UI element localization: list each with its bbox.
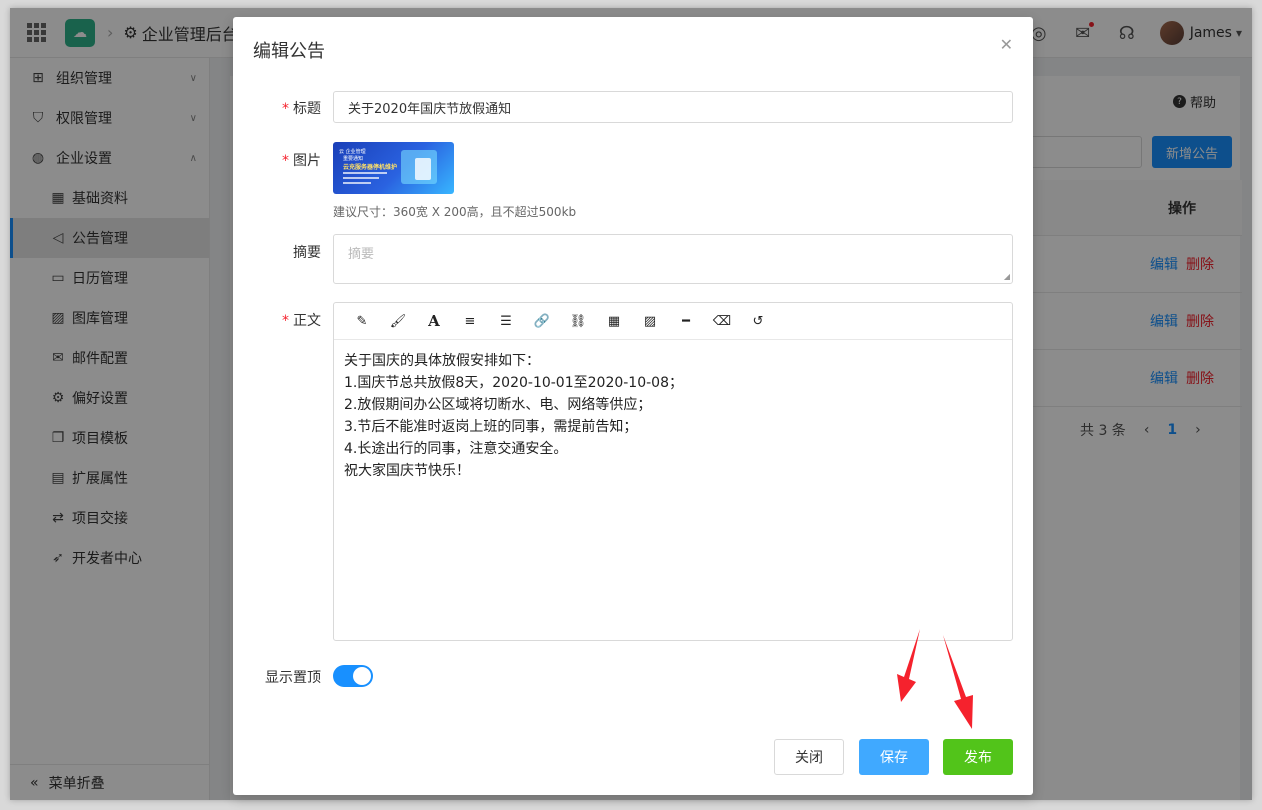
dialog-title: 编辑公告 — [253, 41, 325, 62]
close-icon[interactable]: ✕ — [1000, 35, 1013, 54]
image-decoration — [343, 172, 387, 174]
image-icon[interactable]: ▨ — [632, 303, 668, 339]
body-line: 4.长途出行的同事，注意交通安全。 — [344, 441, 568, 457]
body-line: 关于国庆的具体放假安排如下： — [344, 353, 540, 369]
title-input[interactable]: 关于2020年国庆节放假通知 — [333, 91, 1013, 123]
body-line: 1.国庆节总共放假8天，2020-10-01至2020-10-08； — [344, 375, 683, 391]
toggle-knob — [353, 667, 371, 685]
link-icon[interactable]: 🔗 — [524, 303, 560, 339]
image-decoration — [343, 177, 379, 179]
font-icon[interactable]: A — [416, 303, 452, 339]
table-icon[interactable]: ▦ — [596, 303, 632, 339]
save-button[interactable]: 保存 — [859, 739, 929, 775]
editor-toolbar: ✎ 🖌 A ≡ ☰ 🔗 ⛓ ▦ ▨ ━ ⌫ ↺ — [334, 303, 1012, 340]
pin-label: 显示置顶 — [265, 670, 321, 686]
pin-toggle[interactable] — [333, 665, 373, 687]
editor-content[interactable]: 关于国庆的具体放假安排如下： 1.国庆节总共放假8天，2020-10-01至20… — [334, 340, 1012, 492]
close-button[interactable]: 关闭 — [774, 739, 844, 775]
image-decoration — [343, 182, 371, 184]
body-line: 3.节后不能准时返岗上班的同事，需提前告知； — [344, 419, 638, 435]
title-label: * 标题 — [282, 101, 321, 117]
pencil-icon[interactable]: ✎ — [344, 303, 380, 339]
summary-label: 摘要 — [293, 245, 321, 261]
publish-button[interactable]: 发布 — [943, 739, 1013, 775]
image-text: 云充服务器停机维护 — [343, 164, 398, 171]
image-logo: 云 企业管理 — [339, 149, 366, 155]
image-label: * 图片 — [282, 153, 321, 169]
brush-icon[interactable]: 🖌 — [380, 303, 416, 339]
body-line: 2.放假期间办公区域将切断水、电、网络等供应； — [344, 397, 652, 413]
red-arrow-icon — [943, 635, 973, 729]
body-label: * 正文 — [282, 313, 321, 329]
image-decoration — [415, 158, 431, 180]
resize-handle-icon[interactable]: ◢ — [1004, 272, 1010, 281]
align-center-icon[interactable]: ≡ — [452, 303, 488, 339]
unlink-icon[interactable]: ⛓ — [560, 303, 596, 339]
announcement-image[interactable]: 云 企业管理 重要通知 云充服务器停机维护 — [333, 142, 454, 194]
eraser-icon[interactable]: ⌫ — [704, 303, 740, 339]
body-line: 祝大家国庆节快乐！ — [344, 463, 470, 479]
horizontal-rule-icon[interactable]: ━ — [668, 303, 704, 339]
image-text: 重要通知 — [343, 156, 364, 162]
undo-icon[interactable]: ↺ — [740, 303, 776, 339]
summary-placeholder: 摘要 — [348, 247, 375, 262]
image-size-hint: 建议尺寸：360宽 X 200高，且不超过500kb — [333, 205, 577, 219]
rich-text-editor[interactable]: ✎ 🖌 A ≡ ☰ 🔗 ⛓ ▦ ▨ ━ ⌫ ↺ 关于国庆的具体放假安排如下： 1… — [333, 302, 1013, 641]
list-icon[interactable]: ☰ — [488, 303, 524, 339]
summary-textarea[interactable]: 摘要 ◢ — [333, 234, 1013, 284]
edit-announcement-dialog: 编辑公告 ✕ * 标题 关于2020年国庆节放假通知 * 图片 云 企业管理 重要通… — [233, 17, 1033, 795]
